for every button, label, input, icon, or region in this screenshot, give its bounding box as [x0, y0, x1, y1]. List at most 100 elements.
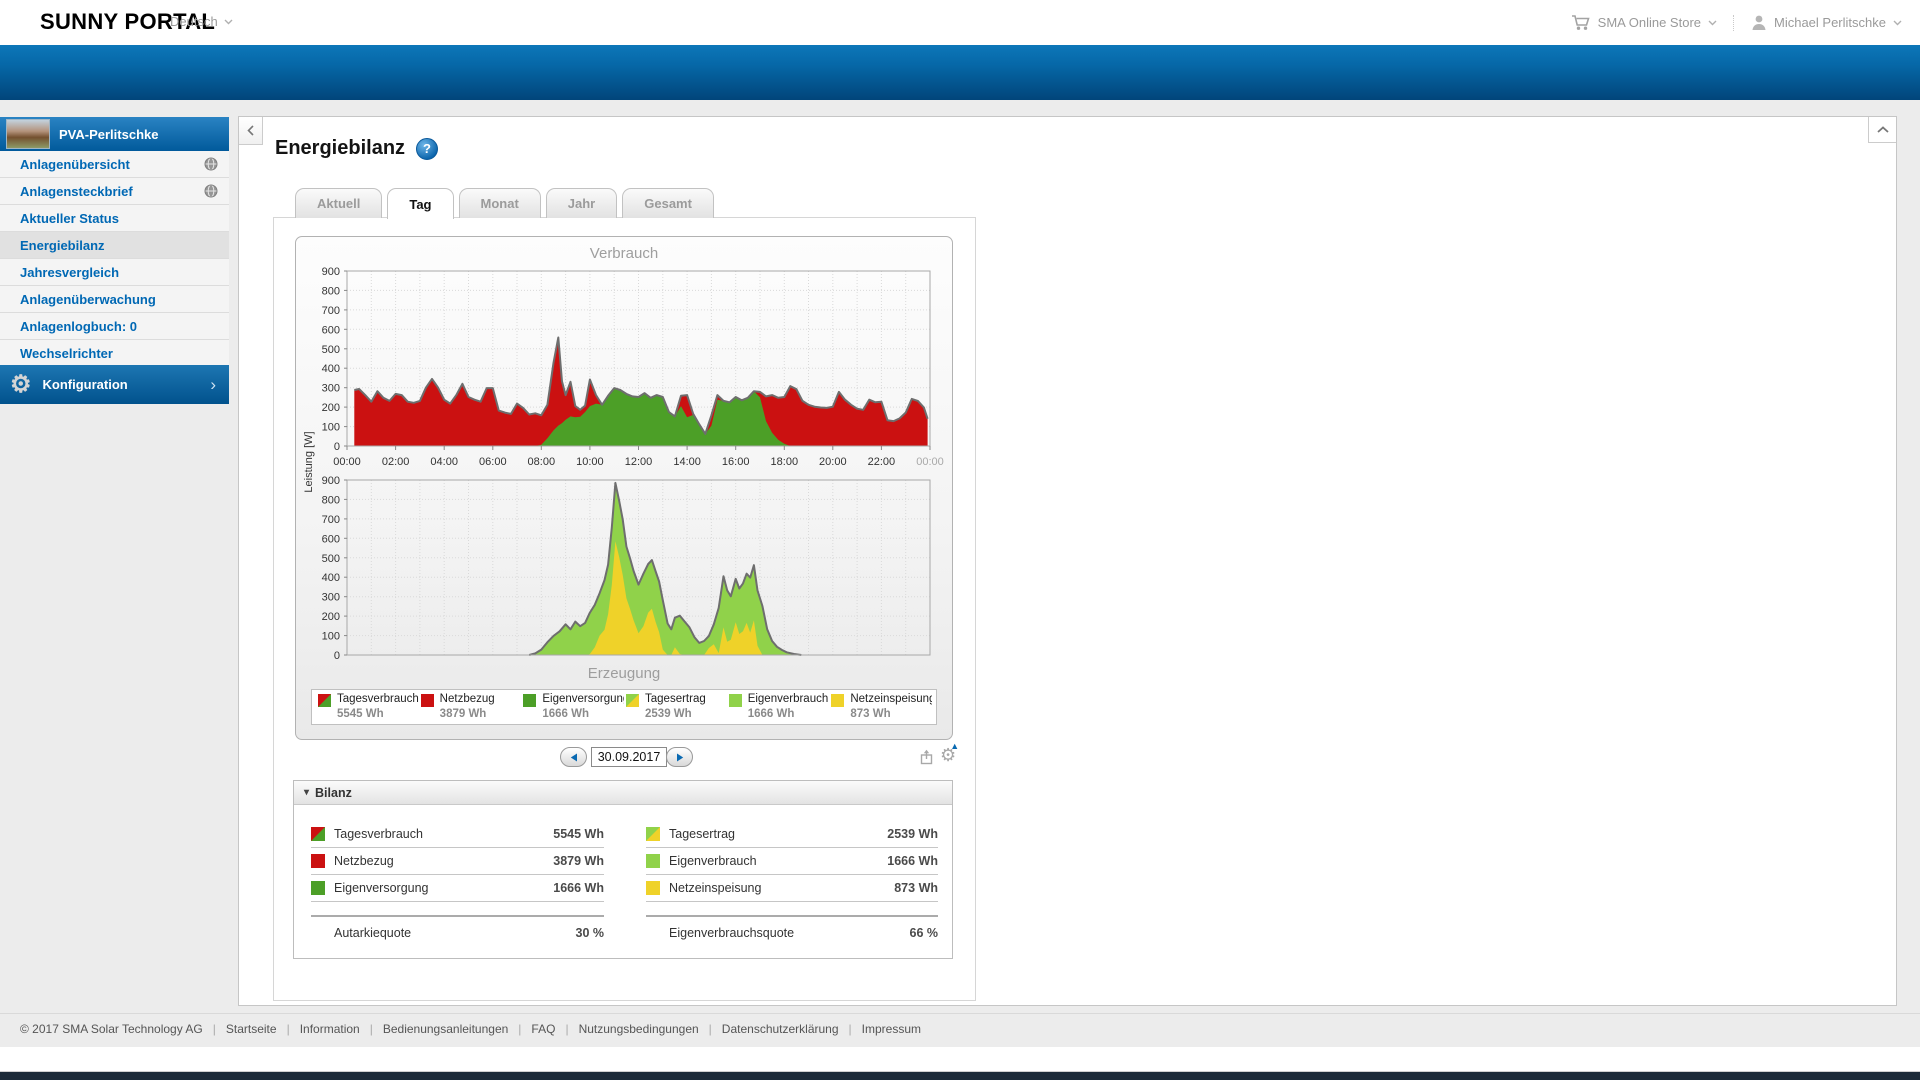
plant-header[interactable]: PVA-Perlitschke: [0, 117, 229, 151]
legend-label: Tagesertrag: [645, 692, 706, 707]
sidebar-item-anlagenüberwachung[interactable]: Anlagenüberwachung: [0, 286, 229, 313]
sidebar-item-anlagenlogbuch-0[interactable]: Anlagenlogbuch: 0: [0, 313, 229, 340]
footer-separator: |: [565, 1022, 568, 1036]
bilanz-row-label: Tagesertrag: [669, 827, 735, 841]
legend-item-netzeinspeisung: Netzeinspeisung873 Wh: [829, 692, 932, 722]
autarkiequote-value: 30 %: [576, 926, 605, 940]
sidebar-item-wechselrichter[interactable]: Wechselrichter: [0, 340, 229, 367]
footer-link-impressum[interactable]: Impressum: [862, 1022, 921, 1036]
settings-icon[interactable]: ⚙▲: [940, 746, 956, 764]
tab-gesamt[interactable]: Gesamt: [622, 188, 714, 218]
page-title: Energiebilanz: [275, 137, 405, 160]
footer-separator: |: [370, 1022, 373, 1036]
verbrauch-chart: 010020030040050060070080090000:0002:0004…: [296, 267, 952, 478]
bilanz-row-label: Eigenversorgung: [334, 881, 429, 895]
svg-text:04:00: 04:00: [430, 456, 458, 468]
sidebar-item-energiebilanz[interactable]: Energiebilanz: [0, 232, 229, 259]
sidebar-collapse-button[interactable]: [239, 117, 263, 145]
footer-link-bedienungsanleitungen[interactable]: Bedienungsanleitungen: [383, 1022, 508, 1036]
sidebar-item-anlagenübersicht[interactable]: Anlagenübersicht: [0, 151, 229, 178]
erzeugung-chart-svg: 0100200300400500600700800900: [296, 476, 952, 661]
sidebar-item-label: Jahresvergleich: [20, 265, 119, 280]
bilanz-header[interactable]: ▾ Bilanz: [294, 781, 952, 805]
svg-text:300: 300: [322, 592, 340, 604]
bilanz-row-value: 1666 Wh: [553, 881, 604, 895]
svg-text:600: 600: [322, 324, 340, 336]
arrow-right-icon: [676, 753, 684, 762]
globe-icon-wrap: [204, 184, 218, 198]
svg-text:400: 400: [322, 363, 340, 375]
user-menu[interactable]: Michael Perlitschke: [1751, 14, 1902, 31]
legend-swatch: [523, 694, 536, 707]
tab-monat[interactable]: Monat: [459, 188, 541, 218]
sidebar-item-anlagensteckbrief[interactable]: Anlagensteckbrief: [0, 178, 229, 205]
svg-text:500: 500: [322, 553, 340, 565]
bilanz-divider: [311, 915, 604, 917]
legend-value: 3879 Wh: [440, 707, 495, 722]
tab-tag[interactable]: Tag: [387, 188, 453, 219]
globe-icon: [204, 157, 218, 171]
svg-text:0: 0: [334, 441, 340, 453]
svg-text:22:00: 22:00: [868, 456, 896, 468]
sidebar-item-aktueller-status[interactable]: Aktueller Status: [0, 205, 229, 232]
svg-text:18:00: 18:00: [771, 456, 799, 468]
svg-text:06:00: 06:00: [479, 456, 507, 468]
page-title-row: Energiebilanz ?: [275, 137, 438, 160]
legend-value: 873 Wh: [850, 707, 932, 722]
svg-text:00:00: 00:00: [916, 456, 944, 468]
legend-label: Eigenverbrauch: [748, 692, 829, 707]
sidebar-item-label: Energiebilanz: [20, 238, 105, 253]
chevron-down-icon: [224, 19, 233, 25]
globe-icon: [204, 184, 218, 198]
tab-aktuell[interactable]: Aktuell: [295, 188, 382, 218]
blue-banner: [0, 45, 1920, 100]
footer-separator: |: [287, 1022, 290, 1036]
collapse-caret-icon: ▾: [304, 787, 309, 798]
bilanz-row-netzbezug: Netzbezug3879 Wh: [311, 848, 604, 875]
scroll-top-button[interactable]: [1868, 117, 1896, 143]
store-label: SMA Online Store: [1598, 15, 1701, 30]
legend-value: 1666 Wh: [542, 707, 624, 722]
sidebar-item-jahresvergleich[interactable]: Jahresvergleich: [0, 259, 229, 286]
chart-legend: Tagesverbrauch5545 WhNetzbezug3879 WhEig…: [311, 689, 937, 725]
sidebar-item-label: Wechselrichter: [20, 346, 113, 361]
legend-swatch: [318, 694, 331, 707]
eigenverbrauchsquote-label: Eigenverbrauchsquote: [669, 926, 794, 940]
svg-text:20:00: 20:00: [819, 456, 847, 468]
legend-swatch: [626, 694, 639, 707]
sidebar-item-label: Anlagenübersicht: [20, 157, 130, 172]
footer-link-faq[interactable]: FAQ: [531, 1022, 555, 1036]
svg-text:12:00: 12:00: [625, 456, 653, 468]
sidebar-item-label: Anlagenlogbuch: 0: [20, 319, 137, 334]
previous-day-button[interactable]: [560, 747, 587, 767]
footer-separator: |: [518, 1022, 521, 1036]
publish-icon[interactable]: [919, 748, 936, 766]
bottom-brand-bar: [0, 1072, 1920, 1080]
footer-link-datenschutzerklärung[interactable]: Datenschutzerklärung: [722, 1022, 839, 1036]
legend-swatch: [831, 694, 844, 707]
eigenverbrauchsquote-row: Eigenverbrauchsquote 66 %: [646, 918, 938, 948]
bilanz-row-tagesverbrauch: Tagesverbrauch5545 Wh: [311, 821, 604, 848]
sidebar-item-konfiguration[interactable]: ⚙ Konfiguration ›: [0, 365, 229, 404]
store-menu[interactable]: SMA Online Store: [1571, 14, 1717, 31]
date-navigation: ⚙▲: [274, 746, 975, 770]
footer-link-nutzungsbedingungen[interactable]: Nutzungsbedingungen: [579, 1022, 699, 1036]
bilanz-swatch: [646, 827, 660, 841]
footer-link-information[interactable]: Information: [300, 1022, 360, 1036]
svg-text:300: 300: [322, 383, 340, 395]
language-selector[interactable]: Deutsch: [170, 14, 233, 29]
bilanz-swatch: [311, 881, 325, 895]
footer-link-startseite[interactable]: Startseite: [226, 1022, 277, 1036]
verbrauch-chart-svg: 010020030040050060070080090000:0002:0004…: [296, 267, 952, 473]
tab-strip: AktuellTagMonatJahrGesamt: [295, 188, 714, 218]
help-icon[interactable]: ?: [416, 138, 438, 160]
bilanz-row-label: Netzeinspeisung: [669, 881, 761, 895]
legend-item-tagesverbrauch: Tagesverbrauch5545 Wh: [316, 692, 419, 722]
chart-title-erzeugung: Erzeugung: [296, 665, 952, 682]
next-day-button[interactable]: [666, 747, 693, 767]
legend-label: Netzeinspeisung: [850, 692, 932, 707]
copyright-text: © 2017 SMA Solar Technology AG: [20, 1022, 203, 1036]
sidebar-menu: Anlagenübersicht AnlagensteckbriefAktuell…: [0, 151, 229, 367]
tab-jahr[interactable]: Jahr: [546, 188, 617, 218]
date-input[interactable]: [591, 747, 667, 767]
